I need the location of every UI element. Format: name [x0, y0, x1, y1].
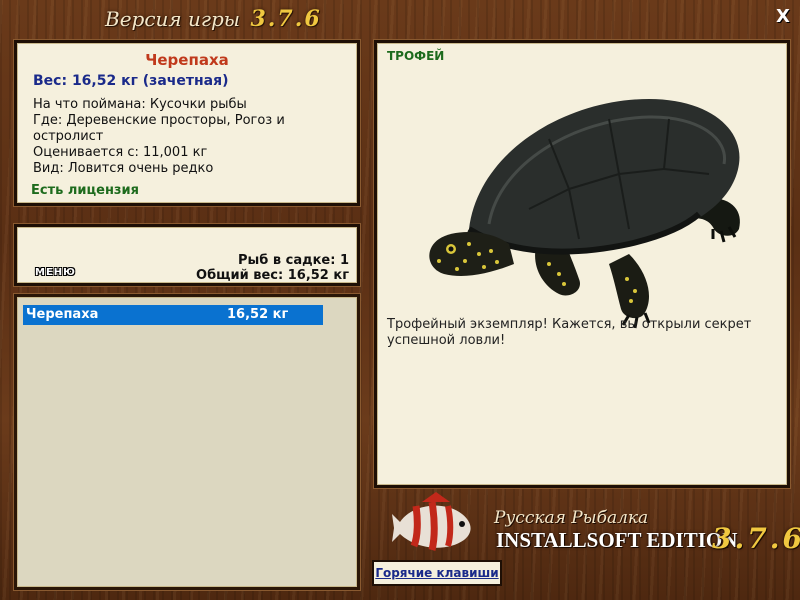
list-item-name: Черепаха: [26, 307, 99, 322]
list-item[interactable]: Черепаха 16,52 кг: [23, 305, 323, 325]
trophy-message: Трофейный экземпляр! Кажется, вы открыли…: [387, 317, 752, 348]
logo-version: 3.7.6: [712, 522, 800, 555]
fish-info-panel: Черепаха Вес: 16,52 кг (зачетная) На что…: [14, 40, 360, 206]
close-button[interactable]: X: [774, 8, 792, 26]
menu-button[interactable]: МЕНЮ: [35, 267, 76, 278]
fish-rarity: Вид: Ловится очень редко: [33, 161, 214, 176]
trophy-panel: ТРОФЕЙ Трофейный экземпляр! Кажется, вы …: [374, 40, 790, 488]
trophy-label: ТРОФЕЙ: [387, 49, 445, 63]
hotkeys-button[interactable]: Горячие клавиши: [372, 560, 502, 586]
fish-location: Где: Деревенские просторы, Рогоз и остро…: [33, 113, 285, 144]
catch-list: Черепаха 16,52 кг: [14, 294, 360, 590]
window-title-text: Версия игры: [105, 7, 241, 31]
fish-logo-icon: [392, 492, 471, 551]
fish-name: Черепаха: [145, 51, 229, 69]
fish-weight: Вес: 16,52 кг (зачетная): [33, 73, 229, 89]
logo-edition: INSTALLSOFT EDITION: [496, 528, 738, 552]
fish-bait: На что поймана: Кусочки рыбы: [33, 97, 247, 112]
keepnet-panel: МЕНЮ Рыб в садке: 1 Общий вес: 16,52 кг: [14, 224, 360, 286]
game-logo: Русская Рыбалка INSTALLSOFT EDITION 3.7.…: [388, 488, 800, 570]
fish-rated-from: Оценивается с: 11,001 кг: [33, 145, 208, 160]
logo-subtitle: Русская Рыбалка: [494, 508, 649, 528]
keepnet-total-weight: Общий вес: 16,52 кг: [196, 268, 349, 283]
license-status: Есть лицензия: [31, 183, 139, 198]
turtle-image: [429, 99, 740, 329]
list-item-weight: 16,52 кг: [227, 307, 289, 322]
window-title: Версия игры 3.7.6: [105, 6, 385, 36]
window-title-version: 3.7.6: [250, 6, 322, 32]
keepnet-fish-count: Рыб в садке: 1: [237, 253, 349, 268]
